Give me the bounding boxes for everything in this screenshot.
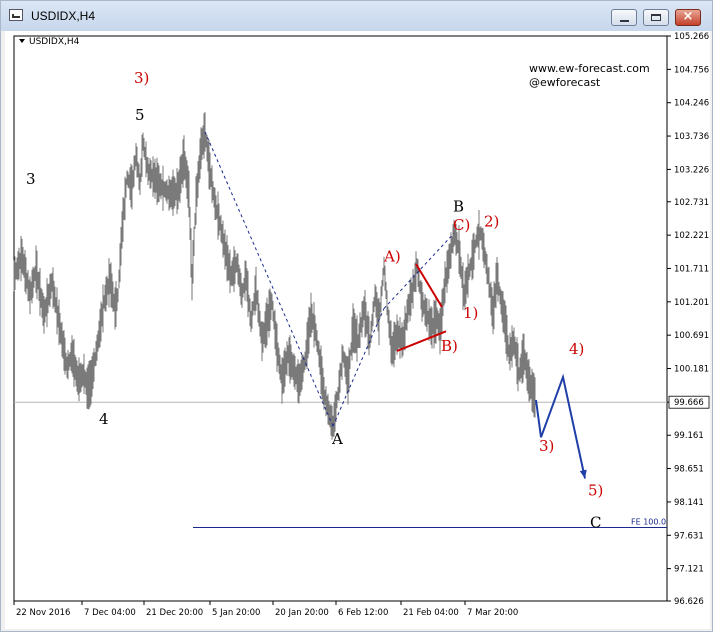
x-tick-label: 7 Mar 20:00 xyxy=(467,608,518,618)
wave-label: C xyxy=(590,513,601,531)
y-tick-label: 102.221 xyxy=(674,231,709,241)
y-tick-label: 100.181 xyxy=(674,365,709,375)
watermark-url: www.ew-forecast.com xyxy=(529,62,650,75)
chart-app-icon xyxy=(9,9,23,21)
x-tick-label: 5 Jan 20:00 xyxy=(212,608,260,618)
x-tick-label: 21 Dec 20:00 xyxy=(146,608,203,618)
wave-label: 4) xyxy=(569,340,584,358)
y-tick-label: 105.266 xyxy=(674,32,709,42)
x-tick-label: 21 Feb 04:00 xyxy=(403,608,459,618)
wave-label: 5 xyxy=(135,106,145,124)
x-tick-label: 20 Jan 20:00 xyxy=(275,608,329,618)
wave-label: 4 xyxy=(99,410,109,428)
x-tick-label: 7 Dec 04:00 xyxy=(84,608,136,618)
maximize-button[interactable] xyxy=(643,9,669,26)
y-tick-label: 104.246 xyxy=(674,99,709,109)
wave-dashed-line xyxy=(204,131,334,427)
wave-label: 5) xyxy=(588,481,603,499)
x-tick-label: 22 Nov 2016 xyxy=(16,608,70,618)
wave-label: B) xyxy=(441,337,458,355)
chart-area[interactable]: 105.266 104.756 104.246 103.736 103.226 102.7… xyxy=(5,31,710,629)
y-tick-label: 100.691 xyxy=(674,331,709,341)
wave-label: A xyxy=(331,430,343,448)
dropdown-triangle-icon xyxy=(19,39,25,43)
y-tick-label: 98.651 xyxy=(674,465,704,475)
chart-symbol-header: USDIDX,H4 xyxy=(19,37,79,47)
y-tick-label: 98.141 xyxy=(674,498,704,508)
price-chart[interactable]: 105.266 104.756 104.246 103.736 103.226 102.7… xyxy=(5,31,710,629)
current-price-label: 99.666 xyxy=(674,398,704,408)
wave-label: 3) xyxy=(539,437,554,455)
minimize-button[interactable] xyxy=(611,9,637,26)
forecast-projection-line xyxy=(535,373,586,479)
y-tick-label: 99.161 xyxy=(674,431,704,441)
wave-label: B xyxy=(453,198,464,216)
wave-label: 3 xyxy=(26,170,36,188)
wave-label: 2) xyxy=(484,213,499,231)
y-tick-label: 97.121 xyxy=(674,565,704,575)
close-icon: × xyxy=(682,9,694,24)
watermark-handle: @ewforecast xyxy=(529,76,601,89)
wave-label: 3) xyxy=(134,69,149,87)
title-bar[interactable]: USDIDX,H4 × xyxy=(1,1,712,31)
price-series-line xyxy=(13,112,536,440)
y-tick-label: 101.201 xyxy=(674,298,709,308)
wave-label: C) xyxy=(453,216,470,234)
fe-target-label: FE 100.0 xyxy=(631,517,666,526)
x-tick-label: 6 Feb 12:00 xyxy=(338,608,388,618)
y-tick-label: 96.626 xyxy=(674,597,704,607)
chart-window: USDIDX,H4 × 105.266 104.756 104.246 103.736… xyxy=(0,0,713,632)
y-tick-label: 102.731 xyxy=(674,198,709,208)
y-tick-label: 103.736 xyxy=(674,132,709,142)
wave-label: 1) xyxy=(463,304,478,322)
y-tick-label: 103.226 xyxy=(674,165,709,175)
y-tick-label: 97.631 xyxy=(674,531,704,541)
plot-frame xyxy=(13,35,668,602)
chart-symbol-label: USDIDX,H4 xyxy=(29,37,80,47)
window-title: USDIDX,H4 xyxy=(31,9,96,23)
wave-label: A) xyxy=(383,247,401,265)
y-tick-label: 104.756 xyxy=(674,65,709,75)
y-tick-label: 101.711 xyxy=(674,264,709,274)
close-button[interactable]: × xyxy=(675,9,701,26)
